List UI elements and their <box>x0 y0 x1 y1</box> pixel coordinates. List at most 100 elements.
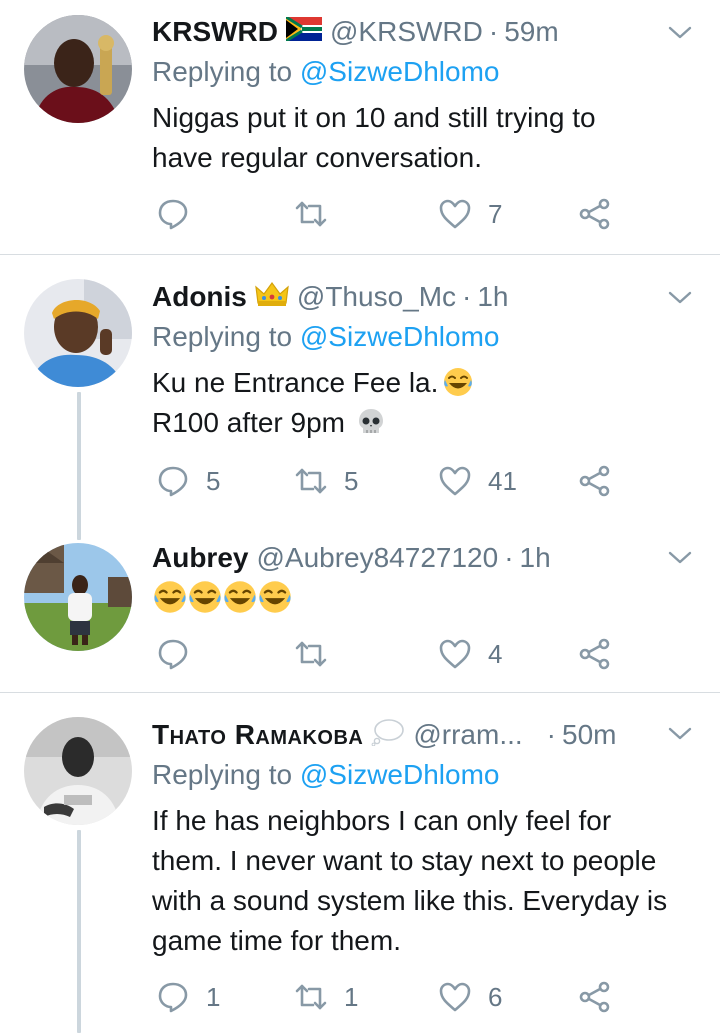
retweet-icon <box>294 980 328 1014</box>
tweet-krswrd[interactable]: KRSWRD @KRSWRD · 59m Replying to @SizweD… <box>0 0 720 254</box>
avatar[interactable] <box>24 15 132 123</box>
chevron-down-icon[interactable] <box>666 283 694 311</box>
replying-to-label: Replying to <box>152 759 300 790</box>
share-button[interactable] <box>578 461 612 501</box>
tweet-header: Aubrey @Aubrey84727120 · 1h <box>152 540 551 576</box>
crown-icon <box>255 281 289 314</box>
avatar[interactable] <box>24 543 132 651</box>
display-name[interactable]: Aubrey <box>152 542 248 574</box>
like-button[interactable]: 6 <box>438 977 502 1017</box>
share-icon <box>578 637 612 671</box>
chevron-down-icon[interactable] <box>666 18 694 46</box>
tweet-text <box>152 579 707 619</box>
mention-link[interactable]: @SizweDhlomo <box>300 759 500 790</box>
reply-count: 5 <box>206 465 221 496</box>
like-count: 4 <box>488 638 503 669</box>
timestamp[interactable]: 59m <box>504 16 558 48</box>
tweet-text: If he has neighbors I can only feel for … <box>152 801 707 961</box>
tweet-aubrey[interactable]: Aubrey @Aubrey84727120 · 1h 4 <box>0 525 720 692</box>
display-name[interactable]: Thato Ramakoba <box>152 719 363 751</box>
tweet-text-line: game time for them. <box>152 925 401 956</box>
display-name[interactable]: Adonis <box>152 281 247 313</box>
tweet-text-line: with a sound system like this. Everyday … <box>152 885 668 916</box>
action-bar: 5 5 41 <box>152 461 622 501</box>
laughing-crying-emoji-icon <box>222 579 258 615</box>
share-button[interactable] <box>578 634 612 674</box>
thought-balloon-icon <box>371 718 405 753</box>
reply-button[interactable]: 1 <box>156 977 220 1017</box>
like-button[interactable]: 7 <box>438 194 502 234</box>
tweet-thato-ramakoba[interactable]: Thato Ramakoba @rram... · 50m Replying t… <box>0 693 720 1033</box>
retweet-button[interactable] <box>294 634 344 674</box>
like-count: 41 <box>488 465 517 496</box>
handle[interactable]: @KRSWRD <box>330 16 483 48</box>
heart-icon <box>438 637 472 671</box>
tweet-header: KRSWRD @KRSWRD · 59m <box>152 14 559 50</box>
retweet-count: 1 <box>344 981 359 1012</box>
retweet-button[interactable] <box>294 194 344 234</box>
tweet-text-line: If he has neighbors I can only feel for <box>152 805 612 836</box>
tweet-text-line: have regular conversation. <box>152 142 482 173</box>
retweet-button[interactable]: 1 <box>294 977 358 1017</box>
like-button[interactable]: 41 <box>438 461 517 501</box>
chevron-down-icon[interactable] <box>666 543 694 571</box>
handle[interactable]: @rram... <box>413 719 522 751</box>
laughing-crying-emoji-icon <box>442 366 474 398</box>
reply-icon <box>156 637 190 671</box>
tweet-text: Ku ne Entrance Fee la. R100 after 9pm <box>152 363 707 443</box>
mention-link[interactable]: @SizweDhlomo <box>300 56 500 87</box>
reply-button[interactable]: 5 <box>156 461 220 501</box>
avatar[interactable] <box>24 279 132 387</box>
reply-button[interactable] <box>156 194 206 234</box>
heart-icon <box>438 464 472 498</box>
retweet-icon <box>294 197 328 231</box>
laughing-crying-emoji-icon <box>187 579 223 615</box>
handle[interactable]: @Aubrey84727120 <box>256 542 498 574</box>
chevron-down-icon[interactable] <box>666 719 694 747</box>
replying-to: Replying to @SizweDhlomo <box>152 321 499 353</box>
replying-to: Replying to @SizweDhlomo <box>152 759 499 791</box>
timestamp[interactable]: 1h <box>520 542 551 574</box>
separator: · <box>462 281 472 312</box>
action-bar: 7 <box>152 194 622 234</box>
like-count: 6 <box>488 981 503 1012</box>
replying-to: Replying to @SizweDhlomo <box>152 56 499 88</box>
display-name[interactable]: KRSWRD <box>152 16 278 48</box>
tweet-text-line: Ku ne Entrance Fee la. <box>152 367 439 398</box>
separator: · <box>546 719 556 750</box>
reply-icon <box>156 980 190 1014</box>
like-count: 7 <box>488 198 503 229</box>
reply-count: 1 <box>206 981 221 1012</box>
separator: · <box>488 16 499 47</box>
skull-emoji-icon <box>355 406 387 438</box>
south-africa-flag-icon <box>285 15 322 48</box>
share-icon <box>578 464 612 498</box>
retweet-button[interactable]: 5 <box>294 461 358 501</box>
share-icon <box>578 197 612 231</box>
tweet-header: Adonis @Thuso_Mc · 1h <box>152 279 509 315</box>
tweet-header: Thato Ramakoba @rram... · 50m <box>152 717 616 753</box>
retweet-icon <box>294 464 328 498</box>
separator: · <box>504 542 514 573</box>
timestamp[interactable]: 50m <box>562 719 616 751</box>
mention-link[interactable]: @SizweDhlomo <box>300 321 500 352</box>
action-bar: 1 1 6 <box>152 977 622 1017</box>
reply-button[interactable] <box>156 634 206 674</box>
heart-icon <box>438 980 472 1014</box>
laughing-crying-emoji-icon <box>152 579 188 615</box>
handle[interactable]: @Thuso_Mc <box>297 281 456 313</box>
like-button[interactable]: 4 <box>438 634 502 674</box>
avatar[interactable] <box>24 717 132 825</box>
share-button[interactable] <box>578 194 612 234</box>
share-button[interactable] <box>578 977 612 1017</box>
tweet-text: Niggas put it on 10 and still trying to … <box>152 98 707 178</box>
tweet-adonis[interactable]: Adonis @Thuso_Mc · 1h Replying to @Sizwe… <box>0 255 720 525</box>
retweet-count: 5 <box>344 465 359 496</box>
timestamp[interactable]: 1h <box>477 281 508 313</box>
reply-icon <box>156 464 190 498</box>
share-icon <box>578 980 612 1014</box>
reply-icon <box>156 197 190 231</box>
tweet-text-line: Niggas put it on 10 and still trying to <box>152 102 596 133</box>
action-bar: 4 <box>152 634 622 674</box>
tweet-text-line: them. I never want to stay next to peopl… <box>152 845 657 876</box>
